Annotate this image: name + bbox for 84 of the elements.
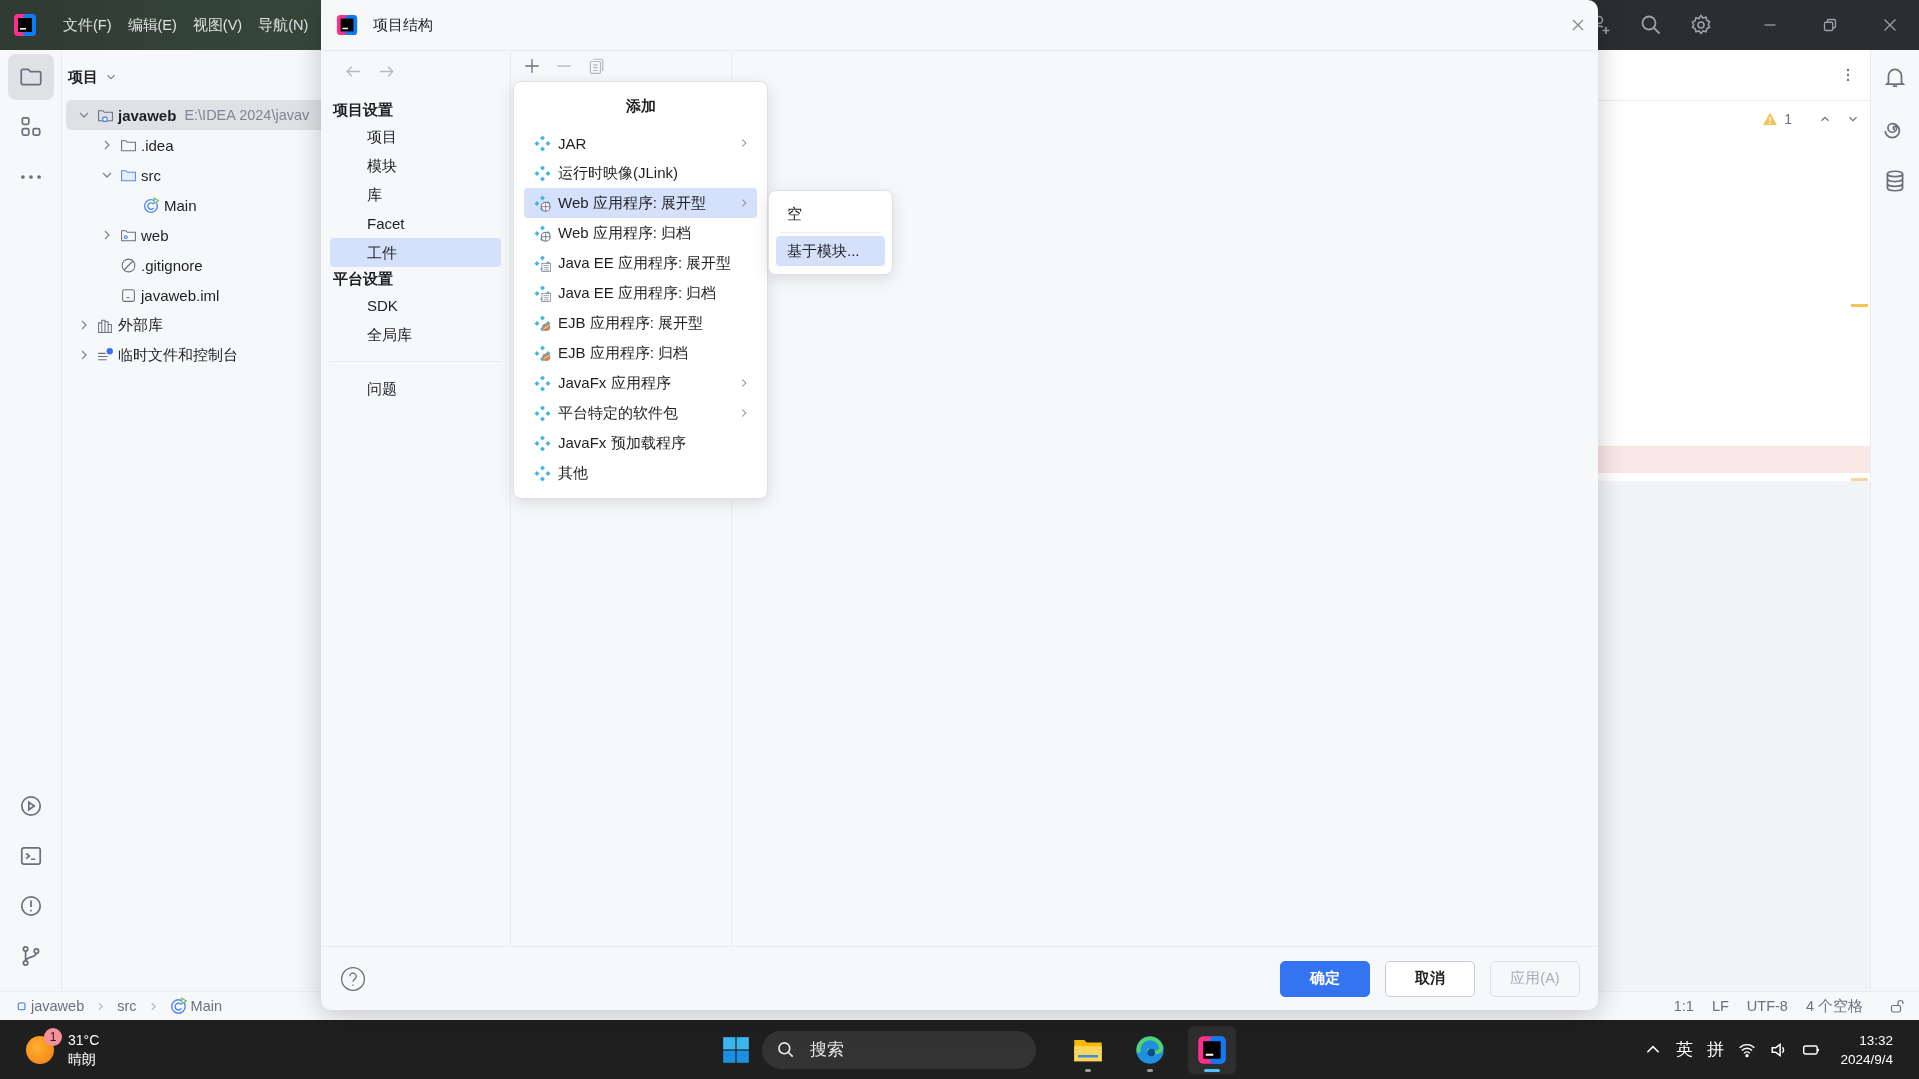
temperature-text: 31°C [68,1030,100,1050]
lock-icon[interactable] [1889,998,1905,1014]
artifact-bean-icon [534,314,551,332]
artifact-icon [534,164,551,182]
dialog-title: 项目结构 [373,15,433,35]
menu-item[interactable]: 其他 [524,458,757,488]
ime-indicator[interactable]: 拼 [1707,1038,1725,1061]
panel-title[interactable]: 项目 [68,67,98,87]
nav-item[interactable]: SDK [330,291,501,320]
status-item[interactable]: 4 个空格 [1805,996,1863,1016]
more-icon [19,174,42,180]
menu-item[interactable]: EJB 应用程序: 归档 [524,338,757,368]
breadcrumb[interactable]: Main [169,997,222,1015]
menu-item[interactable]: Web 应用程序: 归档 [524,218,757,248]
search-icon [776,1039,796,1060]
nav-item[interactable]: 问题 [330,374,501,403]
warning-count[interactable]: 1 [1784,111,1792,127]
app-logo-icon[interactable] [13,13,37,37]
artifact-icon [534,374,551,392]
breadcrumb[interactable]: javaweb [16,998,85,1014]
menu-item[interactable]: EJB 应用程序: 展开型 [524,308,757,338]
search-field[interactable]: 搜索 [762,1030,1036,1069]
artifact-bean-icon [534,344,551,362]
artifact-icon [534,464,551,482]
status-item[interactable]: LF [1711,998,1729,1014]
menu-item[interactable]: 导航(N) [258,15,309,35]
artifact-icon [534,404,551,422]
menu-item[interactable]: 编辑(E) [127,15,177,35]
dialog-button[interactable]: 取消 [1385,960,1475,997]
clock-date[interactable]: 2024/9/4 [1840,1049,1893,1069]
artifact-icon [534,434,551,452]
file-icon [120,286,137,304]
dialog-button[interactable]: 确定 [1280,960,1370,997]
add-icon[interactable] [523,57,541,75]
menu-item[interactable]: 基于模块... [776,236,885,266]
warning-marker [1851,478,1868,481]
section-header: 项目设置 [332,100,394,120]
artifact-globe-icon [534,224,551,242]
clock-time[interactable]: 13:32 [1859,1030,1893,1050]
artifact-document-icon [534,254,551,272]
search-input[interactable]: 搜索 [808,1038,1012,1061]
module-icon [16,1000,28,1012]
path-text: E:\IDEA 2024\javav [184,107,310,123]
menu-item[interactable]: 文件(F) [63,15,112,35]
popup-title: 添加 [624,96,657,116]
search-icon[interactable] [1639,13,1663,37]
breadcrumb[interactable]: src [117,998,137,1014]
artifact-icon [534,134,551,152]
menu-item[interactable]: JavaFx 预加载程序 [524,428,757,458]
settings-icon[interactable] [1689,13,1713,37]
menu-item[interactable]: Java EE 应用程序: 归档 [524,278,757,308]
close-icon[interactable] [1570,17,1586,33]
menu-item[interactable]: 平台特定的软件包 [524,398,757,428]
menu-item[interactable]: JavaFx 应用程序 [524,368,757,398]
menu-item[interactable]: 运行时映像(JLink) [524,158,757,188]
warning-marker [1851,304,1868,307]
nav-item[interactable]: 模块 [330,151,501,180]
browser-icon [1135,1034,1165,1065]
app-logo-icon [336,14,358,36]
artifact-globe-icon [534,194,551,212]
menu-item[interactable]: 视图(V) [192,15,243,35]
menu-item[interactable]: JAR [524,128,757,158]
section-header: 平台设置 [332,269,394,289]
class-icon [169,997,188,1015]
menu-item[interactable]: Web 应用程序: 展开型 [524,188,757,218]
nav-item[interactable]: 全局库 [330,320,501,349]
nav-item[interactable]: 工件 [330,238,501,267]
start-icon[interactable] [722,1035,750,1064]
menu-item[interactable]: 空 [776,199,885,229]
status-item[interactable]: UTF-8 [1746,998,1788,1014]
nav-item[interactable]: Facet [330,209,501,238]
ignored-file-icon [120,256,137,274]
nav-item[interactable]: 库 [330,180,501,209]
menu-item[interactable]: Java EE 应用程序: 展开型 [524,248,757,278]
taskbar-app[interactable] [1188,1025,1236,1074]
weather-condition-text: 晴朗 [68,1049,97,1069]
class-icon [143,196,160,214]
artifact-document-icon [534,284,551,302]
tool-window-button[interactable] [7,54,54,100]
ide-icon [1197,1034,1227,1065]
input-mode-indicator[interactable]: 英 [1676,1038,1694,1061]
notification-badge: 1 [44,1027,62,1046]
help-icon[interactable] [340,965,366,992]
status-item[interactable]: 1:1 [1673,998,1694,1014]
